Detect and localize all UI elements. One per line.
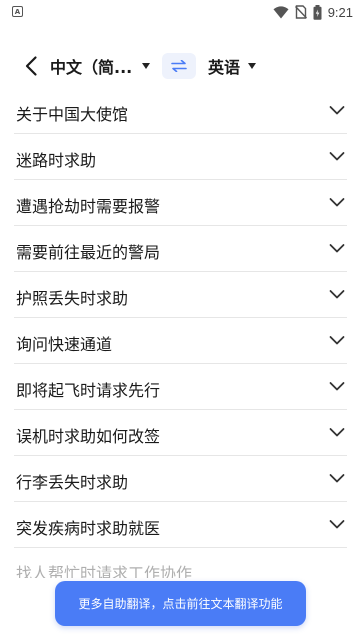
chevron-down-icon bbox=[329, 244, 345, 253]
category-label: 误机时求助如何改签 bbox=[16, 427, 161, 446]
category-label: 关于中国大使馆 bbox=[16, 105, 129, 124]
chevron-down-icon bbox=[329, 198, 345, 207]
category-item[interactable]: 迷路时求助 bbox=[14, 134, 347, 180]
back-arrow-icon[interactable] bbox=[20, 54, 44, 78]
category-label: 需要前往最近的警局 bbox=[16, 243, 161, 262]
category-item[interactable]: 遭遇抢劫时需要报警 bbox=[14, 180, 347, 226]
battery-icon bbox=[313, 4, 322, 20]
app-notification-icon: A bbox=[12, 6, 23, 17]
category-label: 找人帮忙时请求工作协作 bbox=[16, 564, 193, 578]
category-label: 即将起飞时请求先行 bbox=[16, 381, 161, 400]
caret-down-icon bbox=[142, 63, 151, 69]
category-label: 行李丢失时求助 bbox=[16, 473, 129, 492]
chevron-down-icon bbox=[329, 520, 345, 529]
category-label: 突发疾病时求助就医 bbox=[16, 519, 161, 538]
text-translate-toast[interactable]: 更多自助翻译，点击前往文本翻译功能 bbox=[55, 581, 306, 626]
category-item[interactable]: 护照丢失时求助 bbox=[14, 272, 347, 318]
category-item[interactable]: 突发疾病时求助就医 bbox=[14, 502, 347, 548]
source-language-dropdown[interactable]: 中文（简... bbox=[50, 54, 151, 78]
category-item[interactable]: 关于中国大使馆 bbox=[14, 88, 347, 134]
status-bar: A 9:21 bbox=[0, 0, 361, 24]
category-label: 护照丢失时求助 bbox=[16, 289, 129, 308]
phrase-category-list: 关于中国大使馆 迷路时求助 遭遇抢劫时需要报警 需要前往最近的警局 护照丢失时求… bbox=[0, 88, 361, 578]
category-item[interactable]: 行李丢失时求助 bbox=[14, 456, 347, 502]
toast-text: 更多自助翻译，点击前往文本翻译功能 bbox=[78, 597, 283, 611]
wifi-icon bbox=[273, 5, 289, 18]
chevron-down-icon bbox=[329, 152, 345, 161]
target-language-label: 英语 bbox=[208, 58, 241, 77]
chevron-down-icon bbox=[329, 290, 345, 299]
chevron-down-icon bbox=[329, 336, 345, 345]
caret-down-icon bbox=[248, 63, 257, 69]
category-item[interactable]: 误机时求助如何改签 bbox=[14, 410, 347, 456]
swap-arrows-icon bbox=[171, 60, 187, 72]
no-sim-icon bbox=[294, 5, 307, 19]
status-icons: 9:21 bbox=[273, 3, 353, 21]
category-label: 遭遇抢劫时需要报警 bbox=[16, 197, 161, 216]
category-item-partial[interactable]: 找人帮忙时请求工作协作 bbox=[14, 548, 347, 578]
chevron-down-icon bbox=[329, 474, 345, 483]
category-item[interactable]: 询问快速通道 bbox=[14, 318, 347, 364]
chevron-down-icon bbox=[329, 382, 345, 391]
target-language-dropdown[interactable]: 英语 bbox=[208, 54, 257, 78]
source-language-label: 中文（简... bbox=[50, 58, 133, 77]
status-time: 9:21 bbox=[327, 4, 353, 20]
category-label: 询问快速通道 bbox=[16, 335, 113, 354]
language-selector-header: 中文（简... 英语 bbox=[0, 48, 361, 84]
swap-languages-button[interactable] bbox=[162, 53, 196, 79]
category-item[interactable]: 即将起飞时请求先行 bbox=[14, 364, 347, 410]
chevron-down-icon bbox=[329, 106, 345, 115]
category-label: 迷路时求助 bbox=[16, 151, 97, 170]
chevron-down-icon bbox=[329, 428, 345, 437]
category-item[interactable]: 需要前往最近的警局 bbox=[14, 226, 347, 272]
